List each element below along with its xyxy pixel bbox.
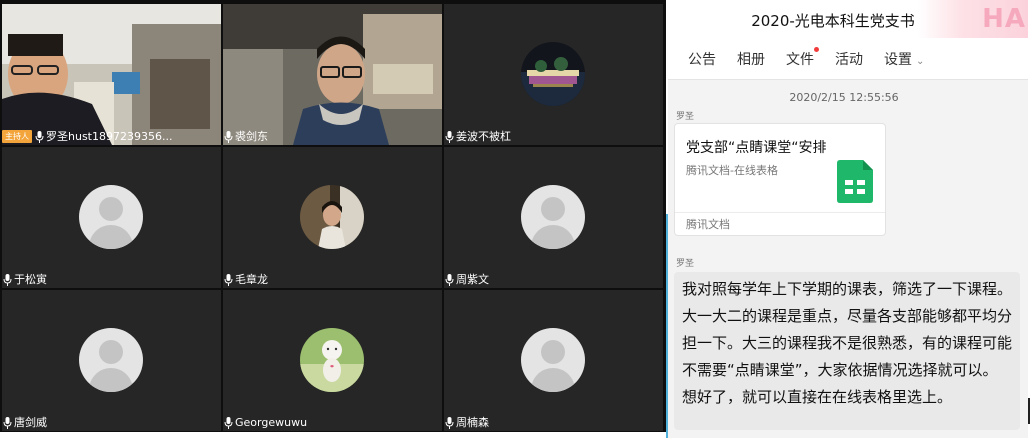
microphone-icon [3, 273, 12, 286]
text-cursor [1028, 398, 1030, 424]
participant-name: 周紫文 [456, 273, 489, 286]
microphone-icon [445, 273, 454, 286]
chat-header: HA 2020-光电本科生党支书 [668, 0, 1028, 38]
participant-name: 周楠森 [456, 416, 489, 429]
video-tile-host[interactable]: 主持人 罗圣hust1897239356... [2, 4, 221, 145]
tab-album[interactable]: 相册 [737, 49, 765, 69]
microphone-icon [224, 273, 233, 286]
group-tab-bar: 公告 相册 文件 活动 设置 ⌄ [668, 38, 1028, 80]
participant-nameplate: Georgewuwu [223, 414, 307, 431]
chevron-down-icon: ⌄ [916, 55, 925, 67]
participant-name: Georgewuwu [235, 416, 308, 429]
tab-files[interactable]: 文件 [786, 46, 819, 69]
participant-nameplate: 主持人 罗圣hust1897239356... [2, 128, 172, 145]
sheet-icon [837, 160, 873, 203]
message-timestamp: 2020/2/15 12:55:56 [789, 91, 899, 104]
group-chat-panel: HA 2020-光电本科生党支书 公告 相册 文件 活动 设置 ⌄ 2020/2/… [668, 0, 1028, 438]
chat-message-list[interactable]: 2020/2/15 12:55:56 罗圣 党支部“点睛课堂“安排 腾讯文档-在… [668, 80, 1028, 438]
participant-nameplate: 裘剑东 [223, 128, 268, 145]
default-avatar-icon [521, 185, 585, 249]
microphone-icon [3, 416, 12, 429]
microphone-icon [35, 130, 44, 143]
video-grid: 主持人 罗圣hust1897239356... 裘剑东 姜波不被杠 于松寅 毛章… [0, 0, 666, 432]
notification-dot [814, 46, 819, 52]
video-tile[interactable]: 姜波不被杠 [444, 4, 663, 145]
participant-name: 于松寅 [14, 273, 47, 286]
participant-nameplate: 于松寅 [2, 271, 47, 288]
doc-source: 腾讯文档 [675, 212, 885, 235]
camera-feed [223, 4, 442, 145]
participant-nameplate: 周楠森 [444, 414, 489, 431]
microphone-icon [445, 416, 454, 429]
tab-settings[interactable]: 设置 ⌄ [884, 49, 924, 69]
participant-nameplate: 毛章龙 [223, 271, 268, 288]
video-tile[interactable]: 唐剑威 [2, 290, 221, 431]
host-badge: 主持人 [2, 130, 32, 143]
microphone-icon [224, 416, 233, 429]
participant-avatar [300, 185, 364, 249]
video-tile[interactable]: 裘剑东 [223, 4, 442, 145]
participant-name: 唐剑威 [14, 416, 47, 429]
video-tile[interactable]: 周紫文 [444, 147, 663, 288]
participant-avatar [521, 42, 585, 106]
message-sender: 罗圣 [676, 259, 695, 269]
video-tile[interactable]: 周楠森 [444, 290, 663, 431]
shared-doc-card[interactable]: 党支部“点睛课堂“安排 腾讯文档-在线表格 腾讯文档 [674, 123, 886, 236]
default-avatar-icon [521, 328, 585, 392]
message-bubble: 我对照每学年上下学期的课表，筛选了一下课程。大一大二的课程是重点，尽量各支部能够… [674, 272, 1020, 430]
doc-title: 党支部“点睛课堂“安排 [686, 140, 827, 156]
microphone-icon [224, 130, 233, 143]
default-avatar-icon [79, 185, 143, 249]
participant-nameplate: 周紫文 [444, 271, 489, 288]
tab-activities[interactable]: 活动 [835, 49, 863, 69]
tab-announcement[interactable]: 公告 [688, 49, 716, 69]
participant-nameplate: 姜波不被杠 [444, 128, 511, 145]
video-tile[interactable]: 于松寅 [2, 147, 221, 288]
video-tile[interactable]: Georgewuwu [223, 290, 442, 431]
participant-name: 姜波不被杠 [456, 130, 511, 143]
chat-title: 2020-光电本科生党支书 [751, 12, 915, 30]
microphone-icon [445, 130, 454, 143]
participant-name: 罗圣hust1897239356... [46, 130, 173, 143]
message-sender: 罗圣 [676, 112, 695, 122]
host-camera-feed [2, 4, 221, 145]
participant-name: 毛章龙 [235, 273, 268, 286]
participant-avatar [300, 328, 364, 392]
video-tile[interactable]: 毛章龙 [223, 147, 442, 288]
participant-nameplate: 唐剑威 [2, 414, 47, 431]
doc-subtitle: 腾讯文档-在线表格 [686, 164, 778, 177]
participant-name: 裘剑东 [235, 130, 268, 143]
default-avatar-icon [79, 328, 143, 392]
